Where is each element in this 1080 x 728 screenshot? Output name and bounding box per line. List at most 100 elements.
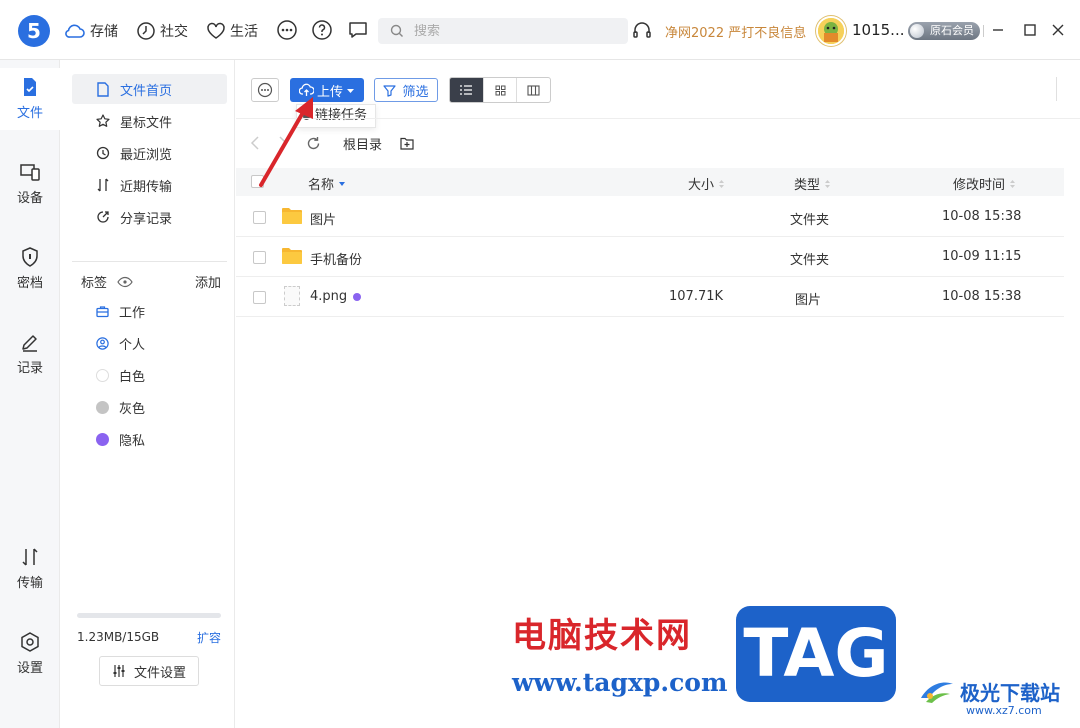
settings-icon bbox=[21, 632, 39, 652]
column-header-size-label: 大小 bbox=[688, 178, 715, 193]
tag-item-personal-label: 个人 bbox=[119, 337, 146, 353]
heart-icon bbox=[207, 22, 225, 39]
avatar[interactable] bbox=[816, 16, 846, 46]
file-type: 文件夹 bbox=[790, 253, 830, 268]
row-checkbox[interactable] bbox=[253, 211, 266, 224]
breadcrumb-root[interactable]: 根目录 bbox=[343, 134, 382, 153]
nav-social[interactable]: 社交 bbox=[136, 19, 188, 43]
tag-item-work-label: 工作 bbox=[119, 305, 146, 321]
search-icon bbox=[390, 24, 403, 37]
watermark-tag-logo: TAG bbox=[736, 606, 896, 702]
side-item-home-label: 文件首页 bbox=[120, 83, 173, 99]
nav-life[interactable]: 生活 bbox=[206, 19, 258, 43]
tag-item-work[interactable]: 工作 bbox=[72, 296, 227, 326]
storage-usage-bar bbox=[77, 613, 221, 618]
more-icon[interactable] bbox=[276, 19, 298, 41]
watermark-url: www.tagxp.com bbox=[512, 668, 728, 697]
column-view-button[interactable] bbox=[517, 78, 550, 102]
sort-icon bbox=[719, 179, 725, 188]
rail-item-notes[interactable]: 记录 bbox=[0, 323, 60, 385]
search-input[interactable] bbox=[414, 23, 614, 39]
help-icon[interactable] bbox=[311, 19, 333, 41]
side-item-home[interactable]: 文件首页 bbox=[72, 74, 227, 104]
folder-icon bbox=[282, 208, 302, 224]
table-row[interactable]: 图片 文件夹 10-08 15:38 bbox=[236, 197, 1064, 237]
side-item-transfers[interactable]: 近期传输 bbox=[72, 170, 227, 200]
column-header-modified[interactable]: 修改时间 bbox=[953, 174, 1016, 193]
table-row[interactable]: 手机备份 文件夹 10-09 11:15 bbox=[236, 237, 1064, 277]
username[interactable]: 1015... bbox=[852, 21, 904, 39]
maximize-icon[interactable] bbox=[1022, 22, 1038, 38]
columns-icon bbox=[527, 84, 540, 96]
rail-item-transfer-label: 传输 bbox=[16, 576, 43, 591]
file-settings-button[interactable]: 文件设置 bbox=[99, 656, 199, 686]
new-folder-icon[interactable] bbox=[400, 137, 414, 150]
message-icon[interactable] bbox=[347, 19, 369, 41]
tag-item-personal[interactable]: 个人 bbox=[72, 328, 227, 358]
device-icon bbox=[20, 164, 40, 181]
column-header-name[interactable]: 名称 bbox=[308, 174, 346, 193]
filter-icon bbox=[383, 84, 397, 97]
image-file-icon bbox=[284, 286, 300, 306]
row-checkbox[interactable] bbox=[253, 291, 266, 304]
rail-item-transfer[interactable]: 传输 bbox=[0, 538, 60, 600]
table-row[interactable]: 4.png 107.71K 图片 10-08 15:38 bbox=[236, 277, 1064, 317]
briefcase-icon bbox=[96, 305, 109, 317]
upload-button-label: 上传 bbox=[316, 84, 343, 100]
sort-icon bbox=[1010, 179, 1016, 188]
minimize-icon[interactable] bbox=[990, 22, 1006, 38]
rail-item-files-label: 文件 bbox=[16, 106, 43, 121]
column-header-size[interactable]: 大小 bbox=[688, 174, 725, 193]
eye-icon[interactable] bbox=[117, 276, 133, 288]
share-icon bbox=[97, 211, 109, 223]
side-item-recent[interactable]: 最近浏览 bbox=[72, 138, 227, 168]
dropdown-item-link-task[interactable]: 链接任务 bbox=[315, 108, 367, 123]
file-size: 107.71K bbox=[669, 289, 724, 304]
compass-icon bbox=[137, 22, 155, 40]
promo-link[interactable]: 净网2022 严打不良信息 bbox=[665, 22, 806, 41]
list-icon bbox=[460, 85, 473, 95]
app-logo[interactable]: 5 bbox=[18, 15, 50, 47]
file-name[interactable]: 手机备份 bbox=[310, 249, 362, 268]
rail-item-files[interactable]: 文件 bbox=[0, 68, 60, 130]
list-view-button[interactable] bbox=[450, 78, 484, 102]
forward-arrow-icon[interactable] bbox=[278, 136, 288, 150]
rail-item-vault[interactable]: 密档 bbox=[0, 238, 60, 300]
rail-item-notes-label: 记录 bbox=[16, 361, 43, 376]
tag-item-gray[interactable]: 灰色 bbox=[72, 392, 227, 422]
upload-button[interactable]: 上传 bbox=[290, 78, 364, 102]
rail-item-devices[interactable]: 设备 bbox=[0, 153, 60, 215]
refresh-icon[interactable] bbox=[306, 136, 321, 151]
tag-item-private[interactable]: 隐私 bbox=[72, 424, 227, 454]
column-header-type[interactable]: 类型 bbox=[794, 174, 831, 193]
more-actions-button[interactable] bbox=[251, 78, 279, 102]
tag-item-white[interactable]: 白色 bbox=[72, 360, 227, 390]
close-icon[interactable] bbox=[1050, 22, 1066, 38]
watermark-site-url: www.xz7.com bbox=[966, 704, 1042, 717]
back-arrow-icon[interactable] bbox=[250, 136, 260, 150]
file-name[interactable]: 图片 bbox=[310, 209, 336, 228]
vip-gem-icon bbox=[910, 24, 924, 38]
rail-item-settings[interactable]: 设置 bbox=[0, 623, 60, 685]
rail-item-settings-label: 设置 bbox=[16, 661, 43, 676]
headset-icon[interactable] bbox=[632, 20, 652, 40]
search-box[interactable] bbox=[378, 18, 628, 44]
filter-button[interactable]: 筛选 bbox=[374, 78, 438, 102]
upload-dropdown-menu[interactable]: 链接任务 bbox=[296, 104, 377, 128]
caret-down-icon bbox=[347, 88, 354, 93]
expand-storage-link[interactable]: 扩容 bbox=[197, 629, 221, 646]
file-name-wrap[interactable]: 4.png bbox=[310, 289, 362, 304]
select-all-checkbox[interactable] bbox=[251, 175, 264, 188]
file-type: 图片 bbox=[795, 293, 822, 308]
row-checkbox[interactable] bbox=[253, 251, 266, 264]
add-tag-button[interactable]: 添加 bbox=[195, 272, 221, 291]
grid-view-button[interactable] bbox=[484, 78, 518, 102]
side-item-shares[interactable]: 分享记录 bbox=[72, 202, 227, 232]
side-item-transfers-label: 近期传输 bbox=[120, 179, 173, 195]
vip-badge[interactable]: 原石会员 bbox=[908, 22, 980, 40]
side-item-starred[interactable]: 星标文件 bbox=[72, 106, 227, 136]
transfer-icon bbox=[22, 548, 38, 566]
file-type: 文件夹 bbox=[790, 213, 830, 228]
nav-storage[interactable]: 存储 bbox=[64, 19, 118, 43]
nav-life-label: 生活 bbox=[230, 24, 258, 40]
